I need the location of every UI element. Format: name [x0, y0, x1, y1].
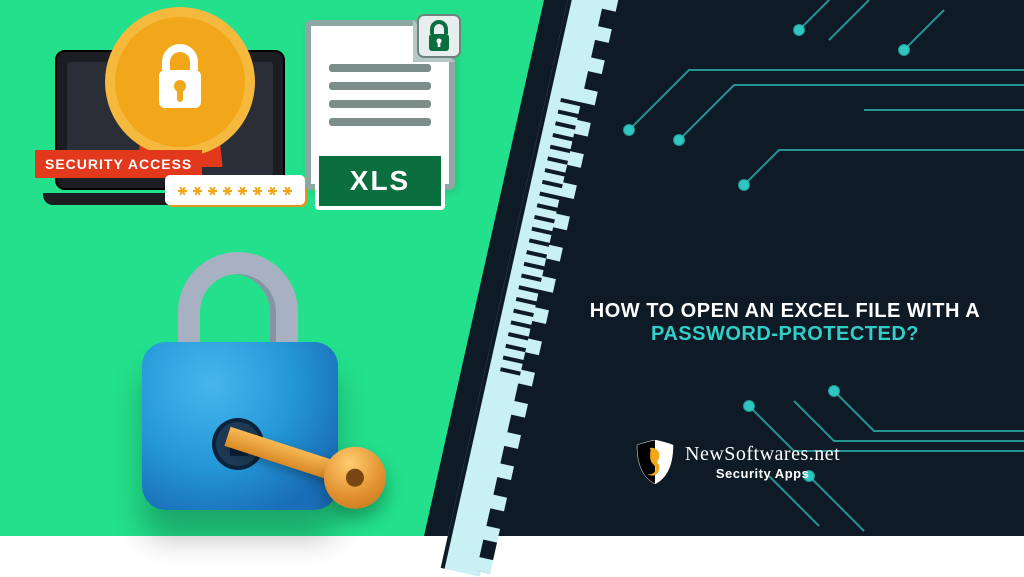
shield-icon [635, 440, 675, 484]
security-access-tag: SECURITY ACCESS [35, 150, 202, 178]
title-line-1: HOW TO OPEN AN EXCEL FILE WITH A [575, 300, 995, 323]
padlock-key-illustration [130, 260, 350, 520]
title-block: HOW TO OPEN AN EXCEL FILE WITH A PASSWOR… [575, 300, 995, 346]
xls-file-illustration: XLS [305, 20, 455, 220]
laptop-security-illustration: SECURITY ACCESS [40, 25, 300, 235]
brand-logo: NewSoftwares.net Security Apps [635, 440, 840, 484]
brand-tagline: Security Apps [685, 467, 840, 481]
password-mask-strip [165, 175, 305, 205]
file-type-label: XLS [315, 152, 445, 210]
small-lock-icon [417, 14, 461, 58]
promo-banner: HOW TO OPEN AN EXCEL FILE WITH A PASSWOR… [0, 0, 1024, 536]
circuit-lines-top [604, 0, 1024, 200]
lock-icon [153, 42, 207, 112]
title-line-2: PASSWORD-PROTECTED? [575, 323, 995, 346]
brand-name: NewSoftwares.net [685, 444, 840, 465]
shield-badge-icon [115, 17, 245, 147]
